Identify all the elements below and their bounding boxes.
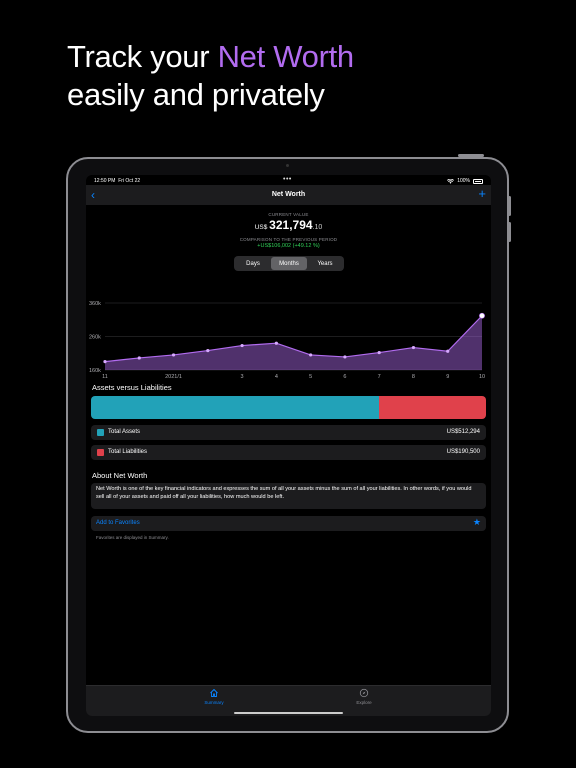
multitasking-dots[interactable]: ••• [283,176,292,183]
net-worth-chart[interactable]: 360k 260k 160k11 2021/1 3 4 5 6 7 8 9 10 [86,285,491,381]
status-time: 12:50 PM Fri Oct 22 [94,178,140,184]
assets-liabilities-bar [91,396,486,419]
comparison-label: COMPARISON TO THE PREVIOUS PERIOD [239,237,338,242]
chart-point [343,355,347,359]
ipad-frame: 12:50 PM Fri Oct 22 ••• 100% ‹ Net Worth… [66,157,509,733]
chart-point [309,353,313,357]
tab-explore-label: Explore [356,700,372,705]
current-value-whole: 321,794 [269,218,313,232]
home-indicator [234,712,343,714]
assets-swatch [97,429,104,436]
tab-bar: Summary Explore [86,685,491,716]
headline: Track your Net Worth easily and privatel… [67,38,354,114]
segment-years[interactable]: Years [307,257,343,270]
battery-icon [473,178,483,184]
chart-x-tick-label: 10 [479,374,485,380]
chart-area [105,315,482,370]
total-assets-row[interactable]: Total Assets US$512,294 [91,425,486,440]
favorites-note: Favorites are displayed in Summary. [96,535,169,540]
segment-days[interactable]: Days [235,257,271,270]
nav-title: Net Worth [271,191,306,198]
assets-bar-segment [91,396,379,419]
total-assets-value: US$512,294 [446,429,480,435]
headline-prefix: Track your [67,39,218,74]
current-value-block: CURRENT VALUE US$ 321,794.10 COMPARISON … [86,212,491,249]
add-to-favorites-label: Add to Favorites [96,520,140,526]
front-camera [286,164,289,167]
liabilities-swatch [97,449,104,456]
chart-point [446,349,450,353]
chart-point [206,348,210,353]
current-value: US$ 321,794.10 [86,218,491,232]
chart-point [103,360,107,364]
status-date-text: Fri Oct 22 [118,178,141,184]
chart-x-tick-label: 4 [275,374,278,380]
navigation-bar: ‹ Net Worth + [86,185,491,205]
total-liabilities-label: Total Liabilities [108,449,148,455]
about-title: About Net Worth [92,471,148,480]
chart-x-tick-label: 3 [241,374,244,380]
status-bar: 12:50 PM Fri Oct 22 ••• 100% [86,175,491,185]
liabilities-bar-segment [378,396,486,419]
chart-x-tick-label: 2021/1 [165,374,182,380]
period-segmented-control: Days Months Years [234,256,344,271]
chart-y-tick-label: 260k [89,335,101,341]
headline-line-2: easily and privately [67,77,325,112]
chart-x-tick-label: 9 [446,374,449,380]
chart-point [240,343,244,348]
tab-explore[interactable]: Explore [334,688,394,705]
chart-point [171,353,176,357]
chart-point [479,312,485,319]
total-assets-label: Total Assets [108,429,141,435]
total-liabilities-row[interactable]: Total Liabilities US$190,500 [91,445,486,460]
chart-point [411,345,416,350]
about-description: Net Worth is one of the key financial in… [91,483,486,509]
chart-x-tick-label: 6 [343,374,346,380]
chart-x-tick-label: 8 [412,374,415,380]
chart-x-tick-label: 11 [102,374,108,380]
tab-summary[interactable]: Summary [184,688,244,705]
house-icon [210,689,218,697]
headline-accent: Net Worth [217,39,355,74]
chart-x-tick-label: 5 [309,374,312,380]
current-value-currency: US$ [254,224,268,231]
current-value-label: CURRENT VALUE [268,212,309,217]
chart-y-tick-label: 160k [89,368,101,374]
add-to-favorites-button[interactable]: Add to Favorites ★ [91,516,486,531]
segment-months[interactable]: Months [271,257,307,270]
total-liabilities-value: US$190,500 [446,449,480,455]
chart-x-tick-label: 7 [378,374,381,380]
headline-line-1: Track your Net Worth [67,38,354,76]
chart-point [377,350,381,355]
status-right: 100% [447,178,483,184]
chart-y-tick-label: 360k [89,301,101,307]
status-time-text: 12:50 PM [94,178,116,184]
compass-icon [359,688,369,698]
app-screen: 12:50 PM Fri Oct 22 ••• 100% ‹ Net Worth… [86,175,491,716]
tab-summary-label: Summary [204,700,224,705]
star-icon: ★ [472,517,481,527]
current-value-decimals: .10 [312,224,323,231]
chart-point [137,356,141,360]
battery-text: 100% [457,178,470,184]
wifi-icon [447,178,455,184]
chart-point [274,341,278,345]
assets-vs-liabilities-title: Assets versus Liabilities [92,383,172,392]
add-plus-icon[interactable]: + [478,186,486,202]
comparison-value: +US$106,002 (+49.12 %) [257,243,320,249]
